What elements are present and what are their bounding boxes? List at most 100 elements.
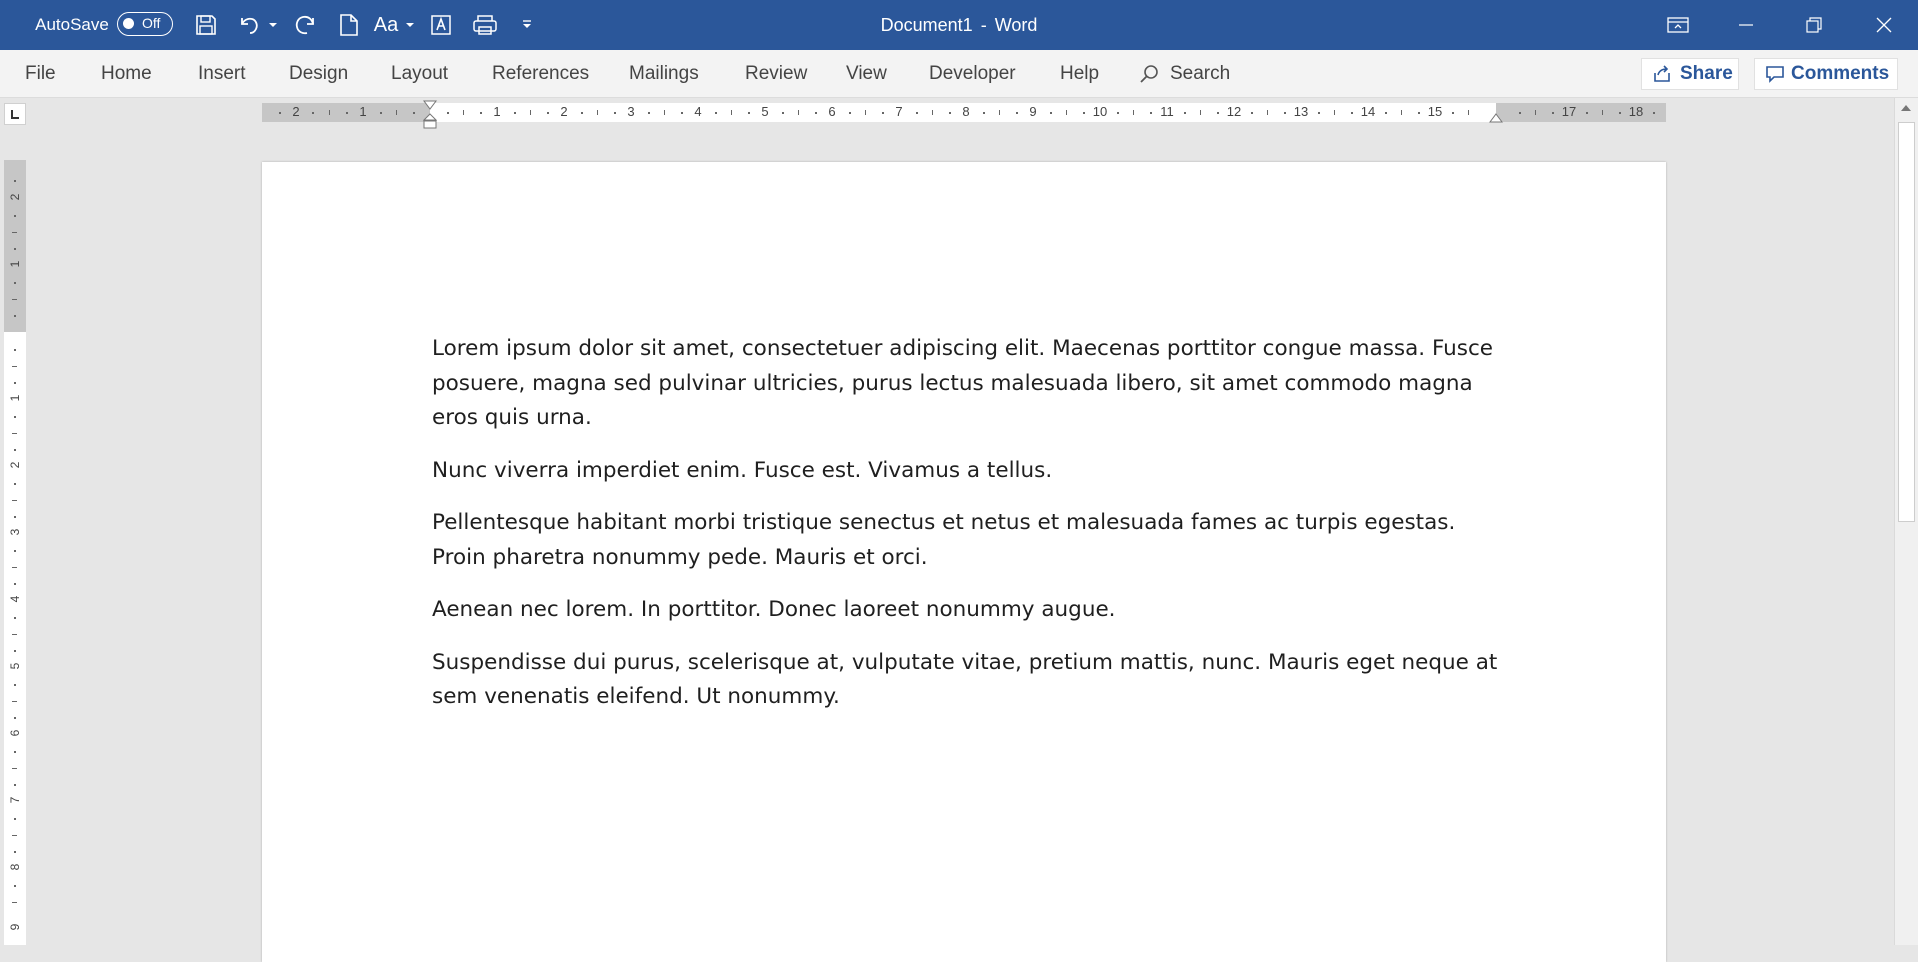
ruler-tick: [1267, 110, 1268, 115]
ruler-dot: [14, 650, 16, 652]
right-indent-marker-icon[interactable]: [1489, 113, 1503, 123]
tab-view[interactable]: View: [846, 50, 887, 97]
tab-developer[interactable]: Developer: [929, 50, 1016, 97]
ruler-dot: [1418, 112, 1420, 114]
ruler-tick: [12, 500, 17, 501]
tab-file[interactable]: File: [25, 50, 56, 97]
left-tab-icon: [11, 110, 19, 119]
ruler-dot: [648, 112, 650, 114]
indent-marker-icon[interactable]: [423, 100, 437, 130]
change-case-button[interactable]: Aa: [372, 0, 400, 50]
ruler-dot: [1586, 112, 1588, 114]
text-box-icon[interactable]: [426, 0, 456, 50]
ruler-tick: [12, 634, 17, 635]
paragraph[interactable]: Lorem ipsum dolor sit amet, consectetuer…: [432, 332, 1512, 436]
ruler-number: 18: [1628, 104, 1644, 119]
horizontal-ruler[interactable]: 2 1 1 2 3 4 5 6 7 8 9 10 11 12 13 14 15 …: [262, 100, 1666, 129]
ruler-dot: [1117, 112, 1119, 114]
tab-mailings[interactable]: Mailings: [629, 50, 699, 97]
ruler-tick: [12, 433, 17, 434]
tab-help[interactable]: Help: [1060, 50, 1099, 97]
ruler-tick: [999, 110, 1000, 115]
ruler-tick: [329, 110, 330, 115]
search-box[interactable]: Search: [1138, 50, 1230, 97]
ruler-dot: [1016, 112, 1018, 114]
restore-icon[interactable]: [1792, 0, 1836, 50]
undo-dropdown-icon[interactable]: [266, 0, 280, 50]
ruler-dot: [14, 851, 16, 853]
autosave-toggle[interactable]: Off: [117, 12, 173, 36]
paragraph[interactable]: Nunc viverra imperdiet enim. Fusce est. …: [432, 454, 1512, 489]
ruler-tick: [1334, 110, 1335, 115]
close-icon[interactable]: [1862, 0, 1906, 50]
document-page[interactable]: Lorem ipsum dolor sit amet, consectetuer…: [262, 162, 1666, 962]
ruler-dot: [14, 885, 16, 887]
autosave-state: Off: [142, 15, 161, 31]
customize-toolbar-icon[interactable]: [518, 0, 536, 50]
ruler-number: 9: [1029, 104, 1037, 119]
ruler-dot: [312, 112, 314, 114]
ruler-number: 4: [694, 104, 702, 119]
ribbon-display-options-icon[interactable]: [1656, 0, 1700, 50]
ruler-tick: [12, 902, 17, 903]
ruler-dot: [14, 349, 16, 351]
ruler-dot: [514, 112, 516, 114]
ruler-number: 1: [8, 394, 22, 402]
minimize-icon[interactable]: [1724, 0, 1768, 50]
ruler-number: 8: [962, 104, 970, 119]
undo-icon[interactable]: [234, 0, 264, 50]
redo-icon[interactable]: [288, 0, 322, 50]
tab-layout[interactable]: Layout: [391, 50, 448, 97]
paragraph[interactable]: Pellentesque habitant morbi tristique se…: [432, 506, 1512, 575]
ruler-dot: [1653, 112, 1655, 114]
ruler-dot: [14, 583, 16, 585]
ruler-number: 2: [560, 104, 568, 119]
ruler-dot: [1284, 112, 1286, 114]
ruler-tick: [1200, 110, 1201, 115]
ruler-dot: [1552, 112, 1554, 114]
paragraph[interactable]: Aenean nec lorem. In porttitor. Donec la…: [432, 593, 1512, 628]
scroll-up-icon[interactable]: [1900, 104, 1912, 112]
search-label: Search: [1170, 62, 1231, 84]
ruler-number: 11: [1160, 104, 1174, 119]
ruler-dot: [14, 751, 16, 753]
ruler-number: 13: [1293, 104, 1309, 119]
ruler-number: 9: [8, 923, 22, 931]
ruler-dot: [1351, 112, 1353, 114]
vertical-scrollbar[interactable]: [1894, 98, 1918, 945]
paragraph[interactable]: Suspendisse dui purus, scelerisque at, v…: [432, 646, 1512, 715]
change-case-dropdown-icon[interactable]: [404, 0, 416, 50]
ruler-tick: [798, 110, 799, 115]
ruler-number: 1: [493, 104, 501, 119]
tab-stop-selector[interactable]: [4, 103, 26, 125]
scrollbar-thumb[interactable]: [1898, 122, 1915, 522]
ruler-dot: [1083, 112, 1085, 114]
vertical-ruler[interactable]: 2 1 1 2 3 4 5 6 7 8 9: [4, 160, 26, 945]
ruler-number: 3: [8, 528, 22, 536]
save-icon[interactable]: [192, 0, 220, 50]
document-body[interactable]: Lorem ipsum dolor sit amet, consectetuer…: [432, 332, 1512, 733]
ruler-number: 12: [1226, 104, 1242, 119]
ruler-tick: [12, 232, 17, 233]
new-document-icon[interactable]: [334, 0, 364, 50]
comments-button[interactable]: Comments: [1754, 58, 1898, 90]
tab-references[interactable]: References: [492, 50, 589, 97]
ruler-number: 14: [1360, 104, 1376, 119]
ruler-dot: [1385, 112, 1387, 114]
ruler-dot: [782, 112, 784, 114]
ruler-dot: [380, 112, 382, 114]
tab-home[interactable]: Home: [101, 50, 152, 97]
ruler-tick: [12, 366, 17, 367]
tab-design[interactable]: Design: [289, 50, 348, 97]
tab-review[interactable]: Review: [745, 50, 807, 97]
ruler-tick: [12, 835, 17, 836]
ruler-dot: [681, 112, 683, 114]
title-separator: -: [980, 14, 987, 35]
share-button[interactable]: Share: [1641, 58, 1739, 90]
ruler-dot: [14, 282, 16, 284]
ruler-dot: [748, 112, 750, 114]
ruler-dot: [1452, 112, 1454, 114]
ruler-dot: [1217, 112, 1219, 114]
print-preview-icon[interactable]: [468, 0, 502, 50]
tab-insert[interactable]: Insert: [198, 50, 246, 97]
